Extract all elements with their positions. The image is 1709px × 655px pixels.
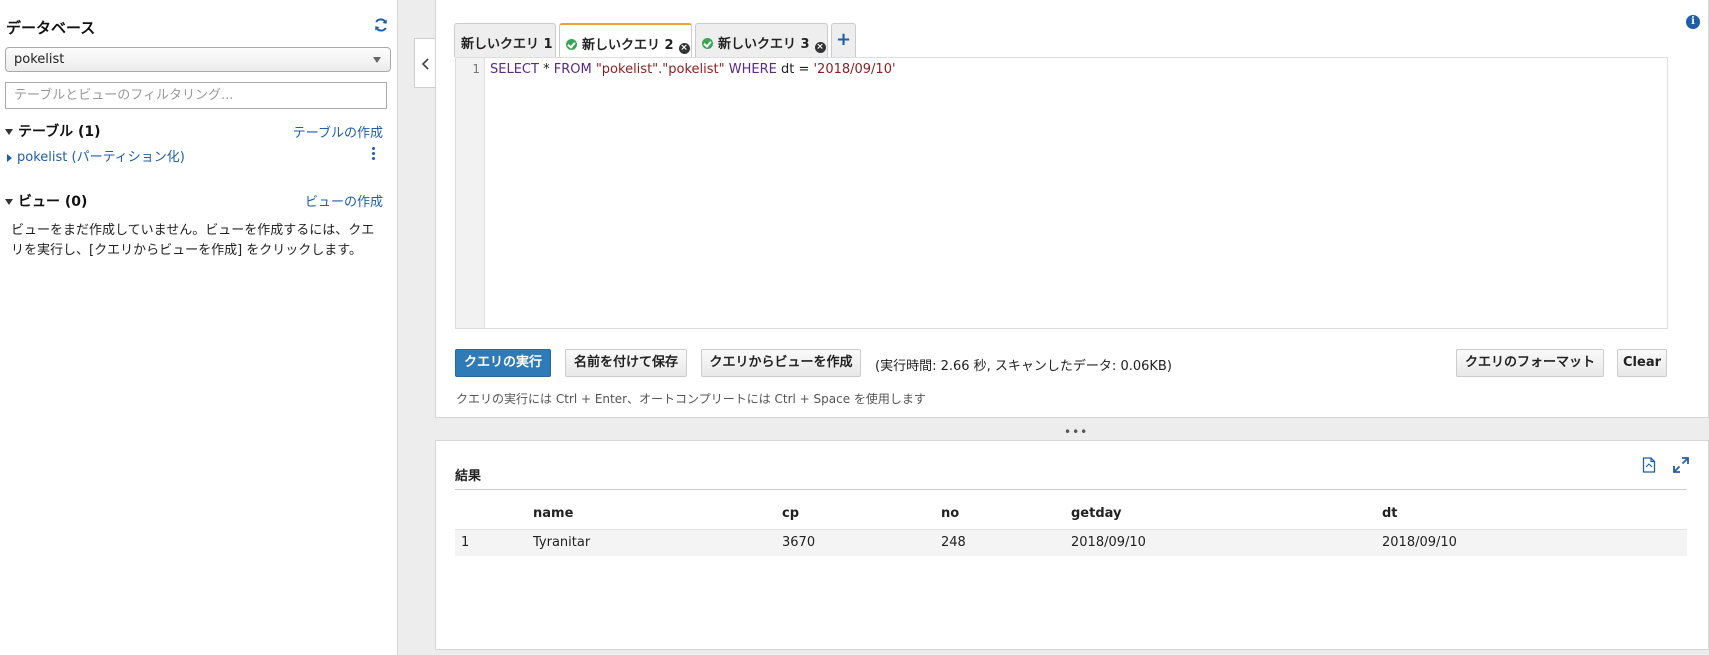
caret-down-icon (5, 129, 13, 135)
sql-keyword: WHERE (728, 62, 777, 77)
panel-resize-handle[interactable]: ••• (1064, 425, 1088, 439)
cell-getday: 2018/09/10 (1071, 535, 1146, 550)
expand-icon[interactable] (1673, 457, 1689, 473)
caret-down-icon (373, 57, 381, 63)
save-as-button[interactable]: 名前を付けて保存 (565, 349, 687, 377)
close-tab-icon[interactable]: × (678, 43, 690, 54)
cell-cp: 3670 (782, 535, 816, 550)
sql-editor[interactable]: 1 SELECT * FROM "pokelist"."pokelist" WH… (455, 57, 1668, 329)
download-csv-icon[interactable] (1642, 457, 1656, 473)
keyboard-hint: クエリの実行には Ctrl + Enter、オートコンプリートには Ctrl +… (456, 392, 926, 406)
results-divider (455, 489, 1687, 490)
sql-keyword: FROM (553, 62, 592, 77)
chevron-left-icon (421, 58, 429, 70)
sidebar-title: データベース (6, 19, 96, 37)
info-icon[interactable]: i (1686, 15, 1700, 29)
clear-button[interactable]: Clear (1617, 349, 1667, 377)
views-header-label: ビュー (0) (18, 194, 88, 210)
create-view-link[interactable]: ビューの作成 (305, 191, 383, 210)
views-empty-note: ビューをまだ作成していません。ビューを作成するには、クエリを実行し、[クエリから… (11, 223, 375, 258)
column-header-getday: getday (1071, 506, 1122, 521)
cell-dt: 2018/09/10 (1382, 535, 1457, 550)
refresh-icon[interactable] (373, 17, 389, 33)
tab-label: 新しいクエリ 2 (582, 38, 674, 53)
create-table-link[interactable]: テーブルの作成 (293, 122, 383, 141)
column-header-name: name (533, 506, 574, 521)
cell-name: Tyranitar (533, 535, 591, 550)
tab-query-1[interactable]: 新しいクエリ 1 (454, 23, 556, 57)
row-index: 1 (461, 535, 470, 550)
table-item-pokelist[interactable]: pokelist (パーティション化) (7, 146, 185, 165)
sql-token: dt = (776, 62, 814, 77)
table-options-kebab-icon[interactable] (372, 147, 378, 161)
tab-query-3[interactable]: 新しいクエリ 3 × (695, 23, 828, 57)
sql-token: * (538, 62, 554, 77)
close-tab-icon[interactable]: × (814, 42, 826, 53)
sql-keyword: SELECT (490, 62, 539, 77)
run-query-button[interactable]: クエリの実行 (455, 349, 551, 377)
database-select-value: pokelist (14, 52, 65, 67)
tab-label: 新しいクエリ 1 (461, 37, 553, 52)
line-number-gutter: 1 (456, 58, 485, 328)
database-sidebar: データベース pokelist テーブル (1) テーブルの作成 pokelis… (0, 0, 397, 655)
cell-no: 248 (941, 535, 966, 550)
database-select[interactable]: pokelist (5, 47, 391, 72)
collapse-sidebar-button[interactable] (414, 38, 436, 88)
create-view-from-query-button[interactable]: クエリからビューを作成 (701, 349, 861, 377)
results-title: 結果 (455, 469, 482, 484)
tables-section-header[interactable]: テーブル (1) (5, 121, 101, 141)
views-section-header[interactable]: ビュー (0) (5, 191, 87, 211)
sql-string: '2018/09/10' (813, 62, 896, 77)
sql-code-line[interactable]: SELECT * FROM "pokelist"."pokelist" WHER… (490, 62, 896, 77)
tab-query-2[interactable]: 新しいクエリ 2 × (559, 23, 692, 57)
column-header-dt: dt (1382, 506, 1398, 521)
add-tab-button[interactable]: + (831, 23, 856, 57)
check-circle-icon (566, 39, 577, 50)
table-item-label: pokelist (パーティション化) (17, 150, 185, 165)
execution-info: (実行時間: 2.66 秒, スキャンしたデータ: 0.06KB) (875, 359, 1172, 374)
column-header-cp: cp (782, 506, 800, 521)
table-filter-input[interactable] (5, 82, 387, 109)
caret-right-icon (7, 153, 12, 162)
sidebar-divider (397, 0, 435, 655)
check-circle-icon (702, 38, 713, 49)
tab-label: 新しいクエリ 3 (718, 37, 810, 52)
caret-down-icon (5, 199, 13, 205)
tables-header-label: テーブル (1) (18, 124, 101, 140)
format-query-button[interactable]: クエリのフォーマット (1456, 349, 1604, 377)
sql-identifier: "pokelist"."pokelist" (591, 62, 729, 77)
column-header-no: no (941, 506, 960, 521)
